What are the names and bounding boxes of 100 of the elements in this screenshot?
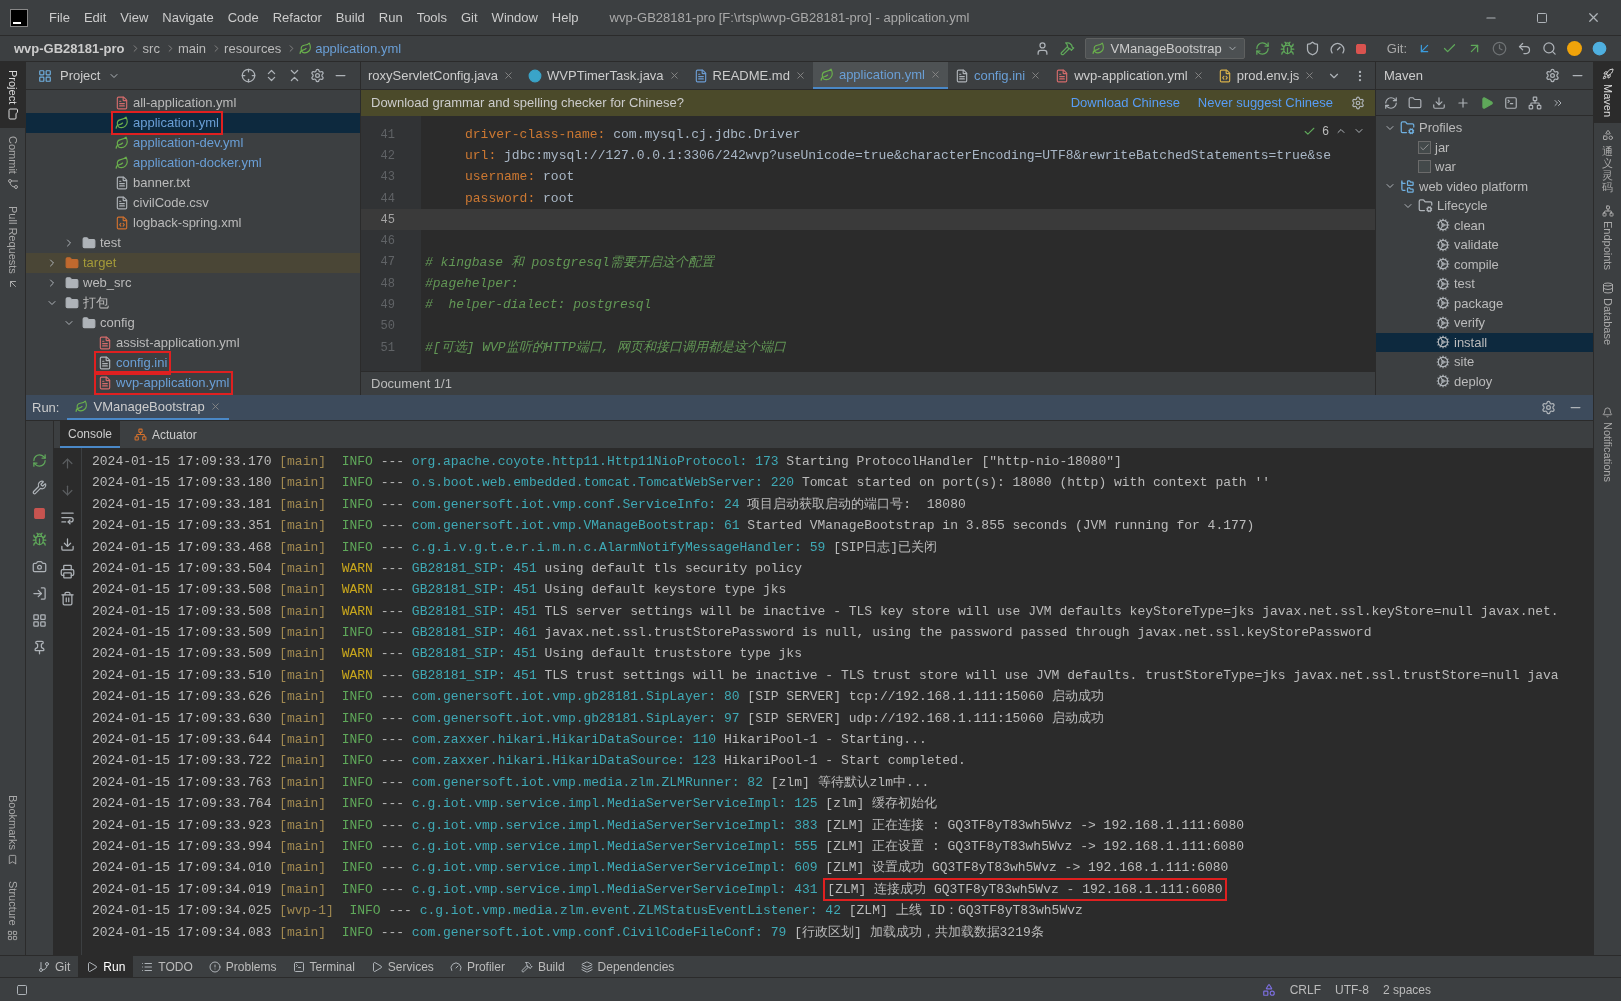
tool-tab[interactable]: Dependencies — [572, 956, 683, 977]
tree-row[interactable]: web_src — [26, 273, 360, 293]
bug-icon[interactable] — [32, 532, 47, 547]
settings-icon[interactable] — [310, 68, 325, 83]
console-tab[interactable]: Console — [60, 421, 121, 448]
maven-tree-row[interactable]: Lifecycle — [1376, 196, 1593, 216]
tool-window-tab[interactable]: Endpoints — [1594, 199, 1621, 277]
download-icon[interactable] — [1432, 95, 1446, 110]
arrow-up-icon[interactable] — [60, 456, 75, 471]
close-icon[interactable] — [503, 70, 515, 81]
maven-tree-row[interactable]: install — [1376, 332, 1593, 352]
clock-icon[interactable] — [1492, 41, 1507, 56]
maven-tree-row[interactable]: jar — [1376, 137, 1593, 157]
tree-row[interactable]: civilCode.csv — [26, 193, 360, 213]
menu-item[interactable]: File — [44, 7, 75, 28]
maximize-icon[interactable] — [1536, 11, 1548, 24]
menu-item[interactable]: Refactor — [267, 7, 327, 28]
close-icon[interactable] — [209, 401, 221, 412]
tool-tab[interactable]: Services — [362, 956, 442, 977]
editor-tab[interactable]: WVPTimerTask.java — [521, 62, 687, 89]
status-item[interactable]: CRLF — [1289, 980, 1321, 999]
tree-row[interactable]: test — [26, 233, 360, 253]
status-item[interactable]: UTF-8 — [1334, 980, 1369, 999]
menu-item[interactable]: Edit — [78, 7, 112, 28]
close-icon[interactable] — [1304, 70, 1316, 81]
close-icon[interactable] — [1192, 70, 1204, 81]
tree-row[interactable]: application-dev.yml — [26, 133, 360, 153]
maven-tree-row[interactable]: web video platform — [1376, 176, 1593, 196]
close-icon[interactable] — [1030, 70, 1042, 81]
menu-item[interactable]: Help — [546, 7, 584, 28]
trash-icon[interactable] — [60, 591, 75, 606]
checkbox[interactable] — [1418, 160, 1431, 174]
editor-tab[interactable]: prod.env.js — [1210, 62, 1323, 89]
tree-row[interactable]: application-docker.yml — [26, 153, 360, 173]
tree-row[interactable]: application.yml — [26, 113, 360, 133]
wrench-icon[interactable] — [32, 480, 47, 495]
maven-tree-row[interactable]: war — [1376, 157, 1593, 177]
menu-item[interactable]: Build — [330, 7, 370, 28]
menu-item[interactable]: Tools — [411, 7, 452, 28]
inspection-count[interactable]: 6 — [1322, 122, 1329, 140]
maven-tree-row[interactable]: validate — [1376, 235, 1593, 255]
tool-window-tab[interactable]: Project — [0, 62, 25, 129]
tool-tab[interactable]: Run — [78, 956, 134, 977]
tree-row[interactable]: target — [26, 253, 360, 273]
close-icon[interactable] — [668, 70, 680, 81]
maven-tree-row[interactable]: deploy — [1376, 371, 1593, 391]
arrow-down-icon[interactable] — [60, 483, 75, 498]
status-item[interactable]: 2 spaces — [1382, 980, 1431, 999]
banner-link[interactable]: Download Chinese — [1070, 93, 1180, 113]
tree-row[interactable]: banner.txt — [26, 173, 360, 193]
editor-tab[interactable]: roxyServletConfig.java — [361, 62, 522, 89]
tool-tab[interactable]: Build — [512, 956, 573, 977]
assistant-icon[interactable] — [1261, 982, 1276, 997]
tree-row[interactable]: wvp-application.yml — [26, 373, 360, 393]
plugin-icon[interactable] — [1592, 41, 1607, 56]
close-icon[interactable] — [794, 70, 806, 81]
tool-tab[interactable]: Profiler — [441, 956, 513, 977]
scroll-end-icon[interactable] — [60, 537, 75, 552]
tree-row[interactable]: all-application.yml — [26, 93, 360, 113]
user-icon[interactable] — [1035, 41, 1051, 56]
tool-window-tab[interactable]: Pull Requests — [0, 198, 25, 298]
editor-tab[interactable]: README.md — [686, 62, 813, 89]
gauge-icon[interactable] — [1329, 41, 1345, 56]
tree-row[interactable]: assist-application.yml — [26, 333, 360, 353]
breadcrumb-item[interactable]: wvp-GB28181-pro — [14, 38, 125, 59]
layout-toggle-icon[interactable] — [16, 983, 28, 996]
menu-item[interactable]: View — [115, 7, 154, 28]
bug-icon[interactable] — [1279, 41, 1295, 56]
tool-tab[interactable]: Git — [30, 956, 79, 977]
tool-window-tab[interactable]: Bookmarks — [4, 787, 21, 874]
menu-item[interactable]: Git — [456, 7, 483, 28]
maven-tree-row[interactable]: verify — [1376, 313, 1593, 333]
rerun-icon[interactable] — [1254, 41, 1270, 56]
breadcrumb-item[interactable]: application.yml — [315, 38, 402, 59]
wrap-icon[interactable] — [60, 510, 75, 525]
tool-tab[interactable]: Terminal — [284, 956, 363, 977]
tree-row[interactable]: logback-spring.xml — [26, 213, 360, 233]
tool-window-tab[interactable]: Notifications — [1599, 403, 1616, 486]
maven-tree-row[interactable]: test — [1376, 274, 1593, 294]
editor-tab[interactable]: wvp-application.yml — [1048, 62, 1211, 89]
console-tab[interactable]: Actuator — [126, 421, 205, 448]
run-window-icon[interactable] — [1504, 95, 1518, 110]
locate-icon[interactable] — [241, 68, 256, 83]
stop-icon[interactable] — [1354, 42, 1367, 55]
settings-icon[interactable] — [1541, 400, 1556, 415]
tree-row[interactable]: config.ini — [26, 353, 360, 373]
editor-tab[interactable]: config.ini — [947, 62, 1049, 89]
close-icon[interactable] — [1586, 10, 1601, 25]
maven-tree-row[interactable]: Profiles — [1376, 118, 1593, 138]
reload-icon[interactable] — [1384, 95, 1398, 110]
stop-icon[interactable] — [33, 507, 46, 520]
close-icon[interactable] — [929, 69, 941, 80]
maven-tree-row[interactable]: site — [1376, 352, 1593, 372]
layout-icon[interactable] — [32, 613, 47, 628]
pin-icon[interactable] — [32, 640, 47, 655]
settings-icon[interactable] — [1545, 68, 1560, 83]
print-icon[interactable] — [60, 564, 75, 579]
tool-window-tab[interactable]: 通义灵码 — [1594, 123, 1621, 200]
add-icon[interactable] — [1456, 95, 1470, 110]
banner-link[interactable]: Never suggest Chinese — [1197, 93, 1333, 113]
